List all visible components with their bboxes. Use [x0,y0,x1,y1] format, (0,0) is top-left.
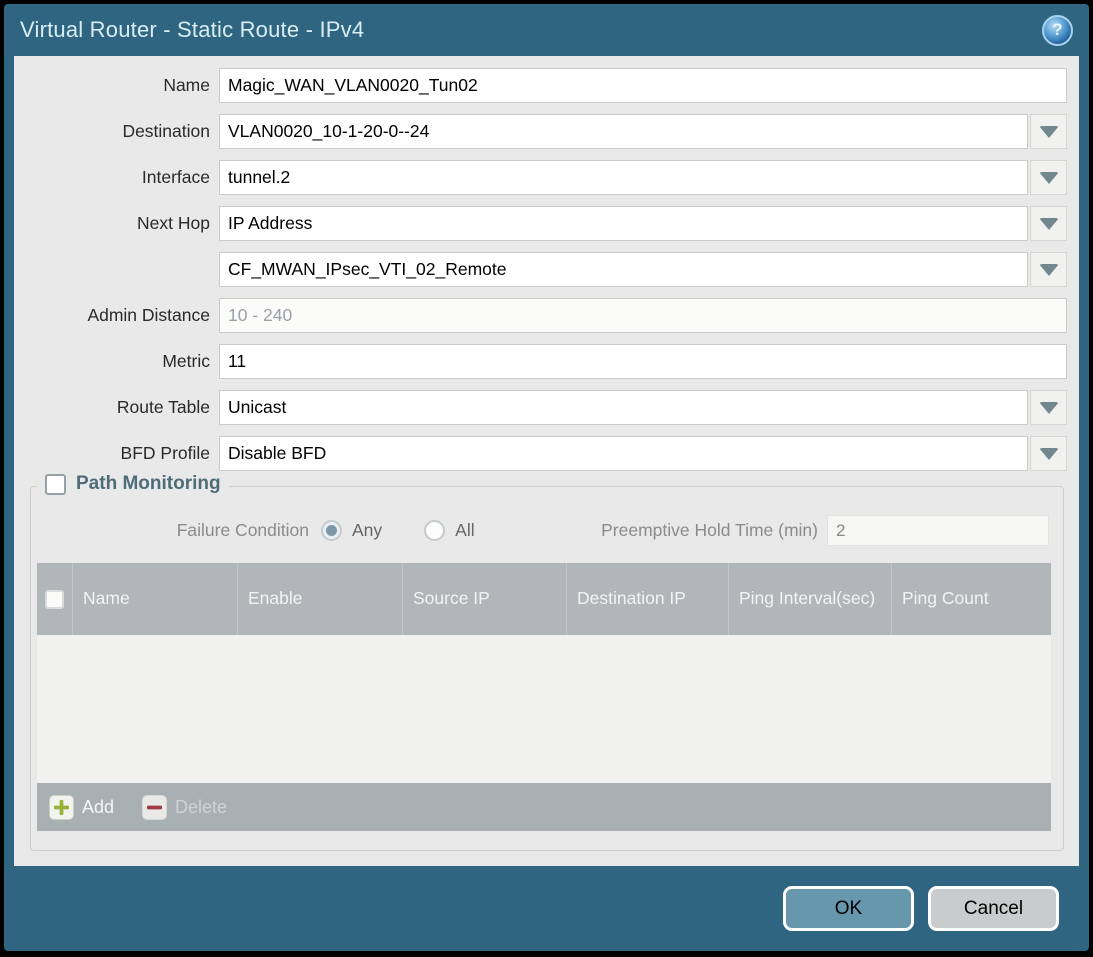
next-hop-address-input[interactable] [219,252,1028,287]
failure-condition-row: Failure Condition Any All Preemptive Hol… [31,515,1063,546]
add-button-label: Add [82,797,114,818]
cancel-button[interactable]: Cancel [928,886,1059,931]
table-header-destination-ip: Destination IP [567,563,729,635]
dialog-titlebar: Virtual Router - Static Route - IPv4 ? [4,4,1089,56]
table-header-ping-count: Ping Count [892,563,1051,635]
table-body-empty [37,635,1051,783]
bfd-profile-input[interactable] [219,436,1028,471]
interface-dropdown-button[interactable] [1030,160,1067,195]
add-plus-icon [49,795,74,820]
interface-row: Interface [14,160,1067,195]
dialog-content: Name Destination Interface [14,56,1079,866]
route-table-label: Route Table [14,397,219,418]
caret-down-icon [1039,172,1059,184]
bfd-profile-dropdown-button[interactable] [1030,436,1067,471]
metric-label: Metric [14,351,219,372]
table-toolbar: Add Delete [37,783,1051,831]
table-header-row: Name Enable Source IP Destination IP Pin… [37,563,1051,635]
path-monitoring-title: Path Monitoring [76,473,221,495]
caret-down-icon [1039,448,1059,460]
destination-label: Destination [14,121,219,142]
table-header-name: Name [73,563,238,635]
help-icon[interactable]: ? [1042,15,1073,46]
table-header-source-ip: Source IP [403,563,567,635]
failure-condition-label: Failure Condition [31,520,321,541]
select-all-checkbox[interactable] [45,590,64,609]
preemptive-hold-time-label: Preemptive Hold Time (min) [475,520,827,541]
bfd-profile-row: BFD Profile [14,436,1067,471]
caret-down-icon [1039,402,1059,414]
table-header-ping-interval: Ping Interval(sec) [729,563,892,635]
route-table-dropdown-button[interactable] [1030,390,1067,425]
delete-button-label: Delete [175,797,227,818]
radio-all-label: All [455,520,474,541]
next-hop-address-dropdown-button[interactable] [1030,252,1067,287]
bfd-profile-label: BFD Profile [14,443,219,464]
name-label: Name [14,75,219,96]
static-route-dialog: Virtual Router - Static Route - IPv4 ? N… [4,4,1089,951]
path-monitoring-checkbox[interactable] [45,474,66,495]
caret-down-icon [1039,218,1059,230]
interface-label: Interface [14,167,219,188]
ok-button[interactable]: OK [783,886,914,931]
next-hop-type-input[interactable] [219,206,1028,241]
destination-dropdown-button[interactable] [1030,114,1067,149]
next-hop-row: Next Hop [14,206,1067,241]
delete-button[interactable]: Delete [142,795,227,820]
route-table-row: Route Table [14,390,1067,425]
caret-down-icon [1039,126,1059,138]
metric-input[interactable] [219,344,1067,379]
table-header-select-all [37,563,73,635]
table-header-enable: Enable [238,563,403,635]
path-monitoring-table: Name Enable Source IP Destination IP Pin… [37,563,1051,831]
caret-down-icon [1039,264,1059,276]
name-row: Name [14,68,1067,103]
path-monitoring-section: Path Monitoring Failure Condition Any Al… [30,486,1064,851]
add-button[interactable]: Add [49,795,114,820]
admin-distance-input[interactable] [219,298,1067,333]
next-hop-type-dropdown-button[interactable] [1030,206,1067,241]
dialog-footer: OK Cancel [4,866,1089,951]
failure-condition-any-option[interactable]: Any [321,520,382,541]
radio-all-unselected-icon[interactable] [424,520,445,541]
dialog-title: Virtual Router - Static Route - IPv4 [20,17,364,43]
interface-input[interactable] [219,160,1028,195]
delete-minus-icon [142,795,167,820]
radio-any-label: Any [352,520,382,541]
route-table-input[interactable] [219,390,1028,425]
admin-distance-row: Admin Distance [14,298,1067,333]
admin-distance-label: Admin Distance [14,305,219,326]
preemptive-hold-time-input[interactable] [827,515,1049,546]
radio-any-selected-icon[interactable] [321,520,342,541]
name-input[interactable] [219,68,1067,103]
next-hop-address-row [14,252,1067,287]
next-hop-label: Next Hop [14,213,219,234]
path-monitoring-legend: Path Monitoring [37,473,229,495]
destination-row: Destination [14,114,1067,149]
destination-input[interactable] [219,114,1028,149]
failure-condition-all-option[interactable]: All [424,520,474,541]
metric-row: Metric [14,344,1067,379]
